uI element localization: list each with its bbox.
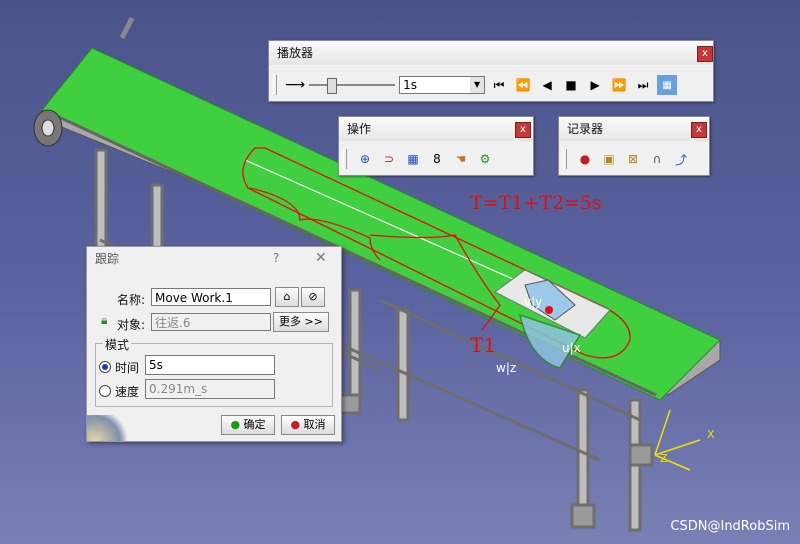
- compass-x-label: X: [707, 428, 715, 441]
- trace-dialog-title: 跟踪: [95, 252, 120, 266]
- hand-icon[interactable]: ☚: [451, 149, 471, 169]
- name-field[interactable]: Move Work.1: [151, 288, 271, 306]
- speed-select-value: 1s: [403, 78, 417, 92]
- stop-icon[interactable]: ■: [561, 75, 581, 95]
- recorder-toolbar: 记录器 x ● ▣ ⊠ ∩ ⤴: [558, 116, 710, 176]
- player-toolbar-title: 播放器: [269, 41, 713, 65]
- record-loop-icon[interactable]: ∩: [647, 149, 667, 169]
- more-button[interactable]: 更多 >>: [273, 312, 329, 332]
- watermark: CSDN@IndRobSim: [670, 519, 790, 534]
- slider-thumb[interactable]: [327, 78, 338, 94]
- annotation-t1: T1: [470, 333, 497, 357]
- toolbar-grip[interactable]: [563, 149, 567, 169]
- arrow-right-icon: ⟶: [285, 77, 306, 93]
- speed-slider[interactable]: [309, 77, 396, 94]
- settings-icon[interactable]: ▦: [657, 75, 678, 95]
- record-add-icon[interactable]: ▣: [599, 149, 619, 169]
- compass-z-label: Z: [660, 452, 668, 465]
- object-field[interactable]: 往返.6: [151, 313, 271, 331]
- step-back-icon[interactable]: ⏪: [513, 75, 533, 95]
- help-button[interactable]: ?: [273, 251, 279, 265]
- recorder-toolbar-title: 记录器: [559, 117, 709, 141]
- speed-label: 速度: [115, 385, 140, 399]
- lock-icon: 🔒︎: [101, 313, 108, 327]
- grid-icon[interactable]: ▦: [403, 149, 423, 169]
- speed-field[interactable]: 0.291m_s: [145, 379, 275, 399]
- player-toolbar: 播放器 x ⟶ 1s ▼ ⏮ ⏪ ◀ ■ ▶ ⏩ ⏭ ▦: [268, 40, 714, 102]
- mode-label: 模式: [103, 336, 132, 353]
- operation-toolbar-title: 操作: [339, 117, 533, 141]
- operation-close-button[interactable]: x: [515, 122, 531, 138]
- magnet-icon[interactable]: ⊃: [379, 149, 399, 169]
- toolbar-grip[interactable]: [273, 75, 277, 95]
- time-radio[interactable]: [99, 361, 111, 373]
- globe-decoration: [87, 415, 127, 441]
- time-field[interactable]: 5s: [145, 355, 275, 375]
- recorder-close-button[interactable]: x: [691, 122, 707, 138]
- no-selection-icon[interactable]: ⊘: [301, 287, 325, 307]
- operation-toolbar: 操作 x ⊕ ⊃ ▦ 8 ☚ ⚙: [338, 116, 534, 176]
- record-path-icon[interactable]: ⤴: [671, 149, 691, 169]
- axis-label-vy: v|y: [524, 295, 542, 309]
- axis-label-ux: u|x: [562, 341, 581, 355]
- player-close-button[interactable]: x: [697, 46, 713, 62]
- cancel-icon: ●: [290, 418, 301, 431]
- speed-select[interactable]: 1s ▼: [399, 76, 486, 94]
- time-label: 时间: [115, 361, 140, 375]
- trace-dialog: 跟踪 ? ✕ 名称: Move Work.1 ⌂ ⊘ 🔒︎ 对象: 往返.6 更…: [86, 246, 342, 442]
- translate-icon[interactable]: ⊕: [355, 149, 375, 169]
- go-last-icon[interactable]: ⏭: [633, 75, 653, 95]
- go-first-icon[interactable]: ⏮: [489, 75, 509, 95]
- ok-button-label: 确定: [243, 418, 266, 431]
- object-label: 对象:: [117, 318, 146, 332]
- select-name-icon[interactable]: ⌂: [275, 287, 299, 307]
- chevron-down-icon: ▼: [470, 77, 485, 93]
- robot-icon[interactable]: ⚙: [475, 149, 495, 169]
- axis-label-wz: w|z: [496, 361, 516, 375]
- speed-radio[interactable]: [99, 385, 111, 397]
- name-label: 名称:: [117, 293, 146, 307]
- cancel-button[interactable]: ● 取消: [281, 415, 335, 435]
- cancel-button-label: 取消: [303, 418, 326, 431]
- record-delete-icon[interactable]: ⊠: [623, 149, 643, 169]
- step-forward-icon[interactable]: ⏩: [609, 75, 629, 95]
- annotation-total-time: T=T1+T2=5s: [470, 192, 602, 214]
- ok-icon: ●: [230, 418, 241, 431]
- ok-button[interactable]: ● 确定: [221, 415, 275, 435]
- dialog-close-button[interactable]: ✕: [315, 250, 327, 266]
- snap-icon[interactable]: 8: [427, 149, 447, 169]
- toolbar-grip[interactable]: [343, 149, 347, 169]
- play-backward-icon[interactable]: ◀: [537, 75, 557, 95]
- record-icon[interactable]: ●: [575, 149, 595, 169]
- play-forward-icon[interactable]: ▶: [585, 75, 605, 95]
